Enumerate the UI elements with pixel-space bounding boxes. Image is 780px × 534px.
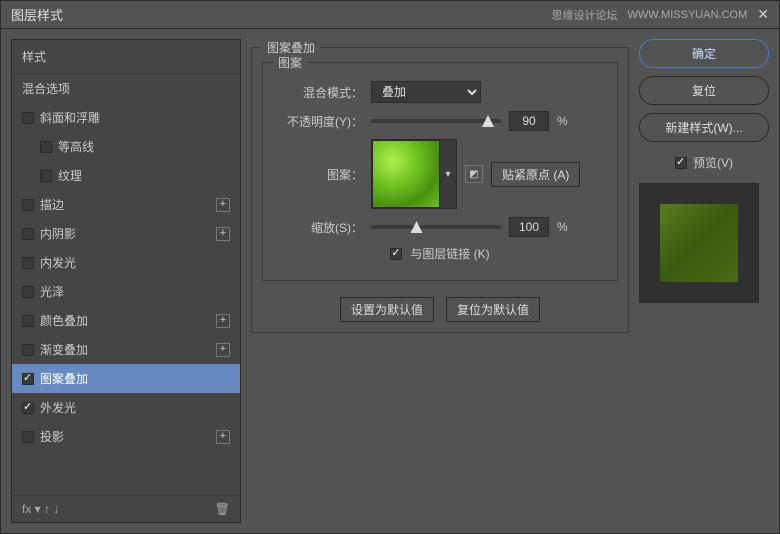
link-label: 与图层链接 (K) (410, 245, 489, 262)
opacity-unit: % (557, 114, 568, 128)
trash-icon[interactable]: 🗑 (215, 502, 230, 516)
styles-footer: fx ▾ ↑ ↓ 🗑 (12, 495, 240, 522)
new-preset-icon[interactable]: ◩ (465, 165, 483, 183)
pattern-subgroup: 图案 混合模式： 叠加 不透明度(Y)： % (262, 62, 618, 281)
scale-input[interactable] (509, 217, 549, 237)
style-item-1[interactable]: 等高线 (12, 132, 240, 161)
new-style-button[interactable]: 新建样式(W)... (639, 113, 769, 142)
ok-button[interactable]: 确定 (639, 39, 769, 68)
add-effect-icon[interactable]: + (216, 314, 230, 328)
watermark-text: 思缘设计论坛 (551, 7, 617, 23)
blend-mode-select[interactable]: 叠加 (371, 81, 481, 103)
fx-icon[interactable]: fx ▾ ↑ ↓ (22, 502, 59, 516)
style-item-8[interactable]: 渐变叠加 + (12, 335, 240, 364)
dialog-title: 图层样式 (11, 5, 63, 24)
default-buttons-row: 设置为默认值 复位为默认值 (262, 297, 618, 322)
style-item-2[interactable]: 纹理 (12, 161, 240, 190)
style-item-4[interactable]: 内阴影 + (12, 219, 240, 248)
style-label: 颜色叠加 (40, 312, 88, 329)
style-label: 渐变叠加 (40, 341, 88, 358)
style-checkbox[interactable] (22, 228, 34, 240)
make-default-button[interactable]: 设置为默认值 (340, 297, 434, 322)
pattern-label: 图案： (273, 166, 363, 183)
style-item-11[interactable]: 投影 + (12, 422, 240, 451)
style-item-3[interactable]: 描边 + (12, 190, 240, 219)
subgroup-title: 图案 (273, 54, 307, 71)
style-checkbox[interactable] (22, 286, 34, 298)
link-checkbox[interactable] (390, 248, 402, 260)
style-label: 内发光 (40, 254, 76, 271)
layer-style-dialog: 图层样式 思缘设计论坛 WWW.MISSYUAN.COM ✕ 样式 混合选项 斜… (0, 0, 780, 534)
styles-header: 样式 (12, 40, 240, 74)
opacity-row: 不透明度(Y)： % (273, 111, 607, 131)
preview-swatch (660, 204, 738, 282)
preview-box (639, 183, 759, 303)
action-panel: 确定 复位 新建样式(W)... 预览(V) (639, 39, 769, 523)
style-item-9[interactable]: 图案叠加 (12, 364, 240, 393)
options-panel: 图案叠加 图案 混合模式： 叠加 不透明度(Y)： (251, 39, 629, 523)
style-checkbox[interactable] (22, 344, 34, 356)
titlebar-right: 思缘设计论坛 WWW.MISSYUAN.COM ✕ (551, 6, 769, 23)
styles-list-panel: 样式 混合选项 斜面和浮雕等高线纹理描边 + 内阴影 + 内发光光泽颜色叠加 + 渐变叠加 +… (11, 39, 241, 523)
titlebar: 图层样式 思缘设计论坛 WWW.MISSYUAN.COM ✕ (1, 1, 779, 29)
style-label: 内阴影 (40, 225, 76, 242)
style-label: 外发光 (40, 399, 76, 416)
style-item-7[interactable]: 颜色叠加 + (12, 306, 240, 335)
style-label: 斜面和浮雕 (40, 109, 100, 126)
style-item-5[interactable]: 内发光 (12, 248, 240, 277)
link-row: 与图层链接 (K) (273, 245, 607, 262)
pattern-swatch (372, 140, 440, 208)
style-checkbox[interactable] (40, 141, 52, 153)
snap-origin-button[interactable]: 贴紧原点 (A) (491, 162, 580, 187)
scale-row: 缩放(S)： % (273, 217, 607, 237)
dialog-body: 样式 混合选项 斜面和浮雕等高线纹理描边 + 内阴影 + 内发光光泽颜色叠加 + 渐变叠加 +… (1, 29, 779, 533)
opacity-label: 不透明度(Y)： (273, 113, 363, 130)
pattern-overlay-group: 图案叠加 图案 混合模式： 叠加 不透明度(Y)： (251, 47, 629, 333)
cancel-button[interactable]: 复位 (639, 76, 769, 105)
style-checkbox[interactable] (22, 315, 34, 327)
style-label: 等高线 (58, 138, 94, 155)
scale-unit: % (557, 220, 568, 234)
scale-slider-thumb[interactable] (411, 221, 423, 233)
style-label: 纹理 (58, 167, 82, 184)
style-checkbox[interactable] (22, 199, 34, 211)
add-effect-icon[interactable]: + (216, 227, 230, 241)
scale-label: 缩放(S)： (273, 219, 363, 236)
style-checkbox[interactable] (40, 170, 52, 182)
style-label: 描边 (40, 196, 64, 213)
reset-default-button[interactable]: 复位为默认值 (446, 297, 540, 322)
style-label: 投影 (40, 428, 64, 445)
watermark-url: WWW.MISSYUAN.COM (627, 9, 747, 21)
style-checkbox[interactable] (22, 373, 34, 385)
add-effect-icon[interactable]: + (216, 343, 230, 357)
blend-mode-row: 混合模式： 叠加 (273, 81, 607, 103)
opacity-input[interactable] (509, 111, 549, 131)
style-item-6[interactable]: 光泽 (12, 277, 240, 306)
style-item-10[interactable]: 外发光 (12, 393, 240, 422)
chevron-down-icon[interactable]: ▾ (440, 140, 456, 208)
style-label: 图案叠加 (40, 370, 88, 387)
style-label: 光泽 (40, 283, 64, 300)
opacity-slider[interactable] (371, 119, 501, 123)
pattern-picker[interactable]: ▾ (371, 139, 457, 209)
style-checkbox[interactable] (22, 112, 34, 124)
style-checkbox[interactable] (22, 257, 34, 269)
style-item-0[interactable]: 斜面和浮雕 (12, 103, 240, 132)
style-checkbox[interactable] (22, 431, 34, 443)
style-items-container: 斜面和浮雕等高线纹理描边 + 内阴影 + 内发光光泽颜色叠加 + 渐变叠加 + 图案叠加外发光投… (12, 103, 240, 451)
blending-options-item[interactable]: 混合选项 (12, 74, 240, 103)
preview-row: 预览(V) (639, 154, 769, 171)
add-effect-icon[interactable]: + (216, 198, 230, 212)
preview-checkbox[interactable] (675, 157, 687, 169)
opacity-slider-thumb[interactable] (482, 115, 494, 127)
pattern-row: 图案： ▾ ◩ 贴紧原点 (A) (273, 139, 607, 209)
close-icon[interactable]: ✕ (757, 6, 769, 23)
style-checkbox[interactable] (22, 402, 34, 414)
blend-mode-label: 混合模式： (273, 84, 363, 101)
scale-slider[interactable] (371, 225, 501, 229)
add-effect-icon[interactable]: + (216, 430, 230, 444)
preview-label: 预览(V) (693, 154, 733, 171)
